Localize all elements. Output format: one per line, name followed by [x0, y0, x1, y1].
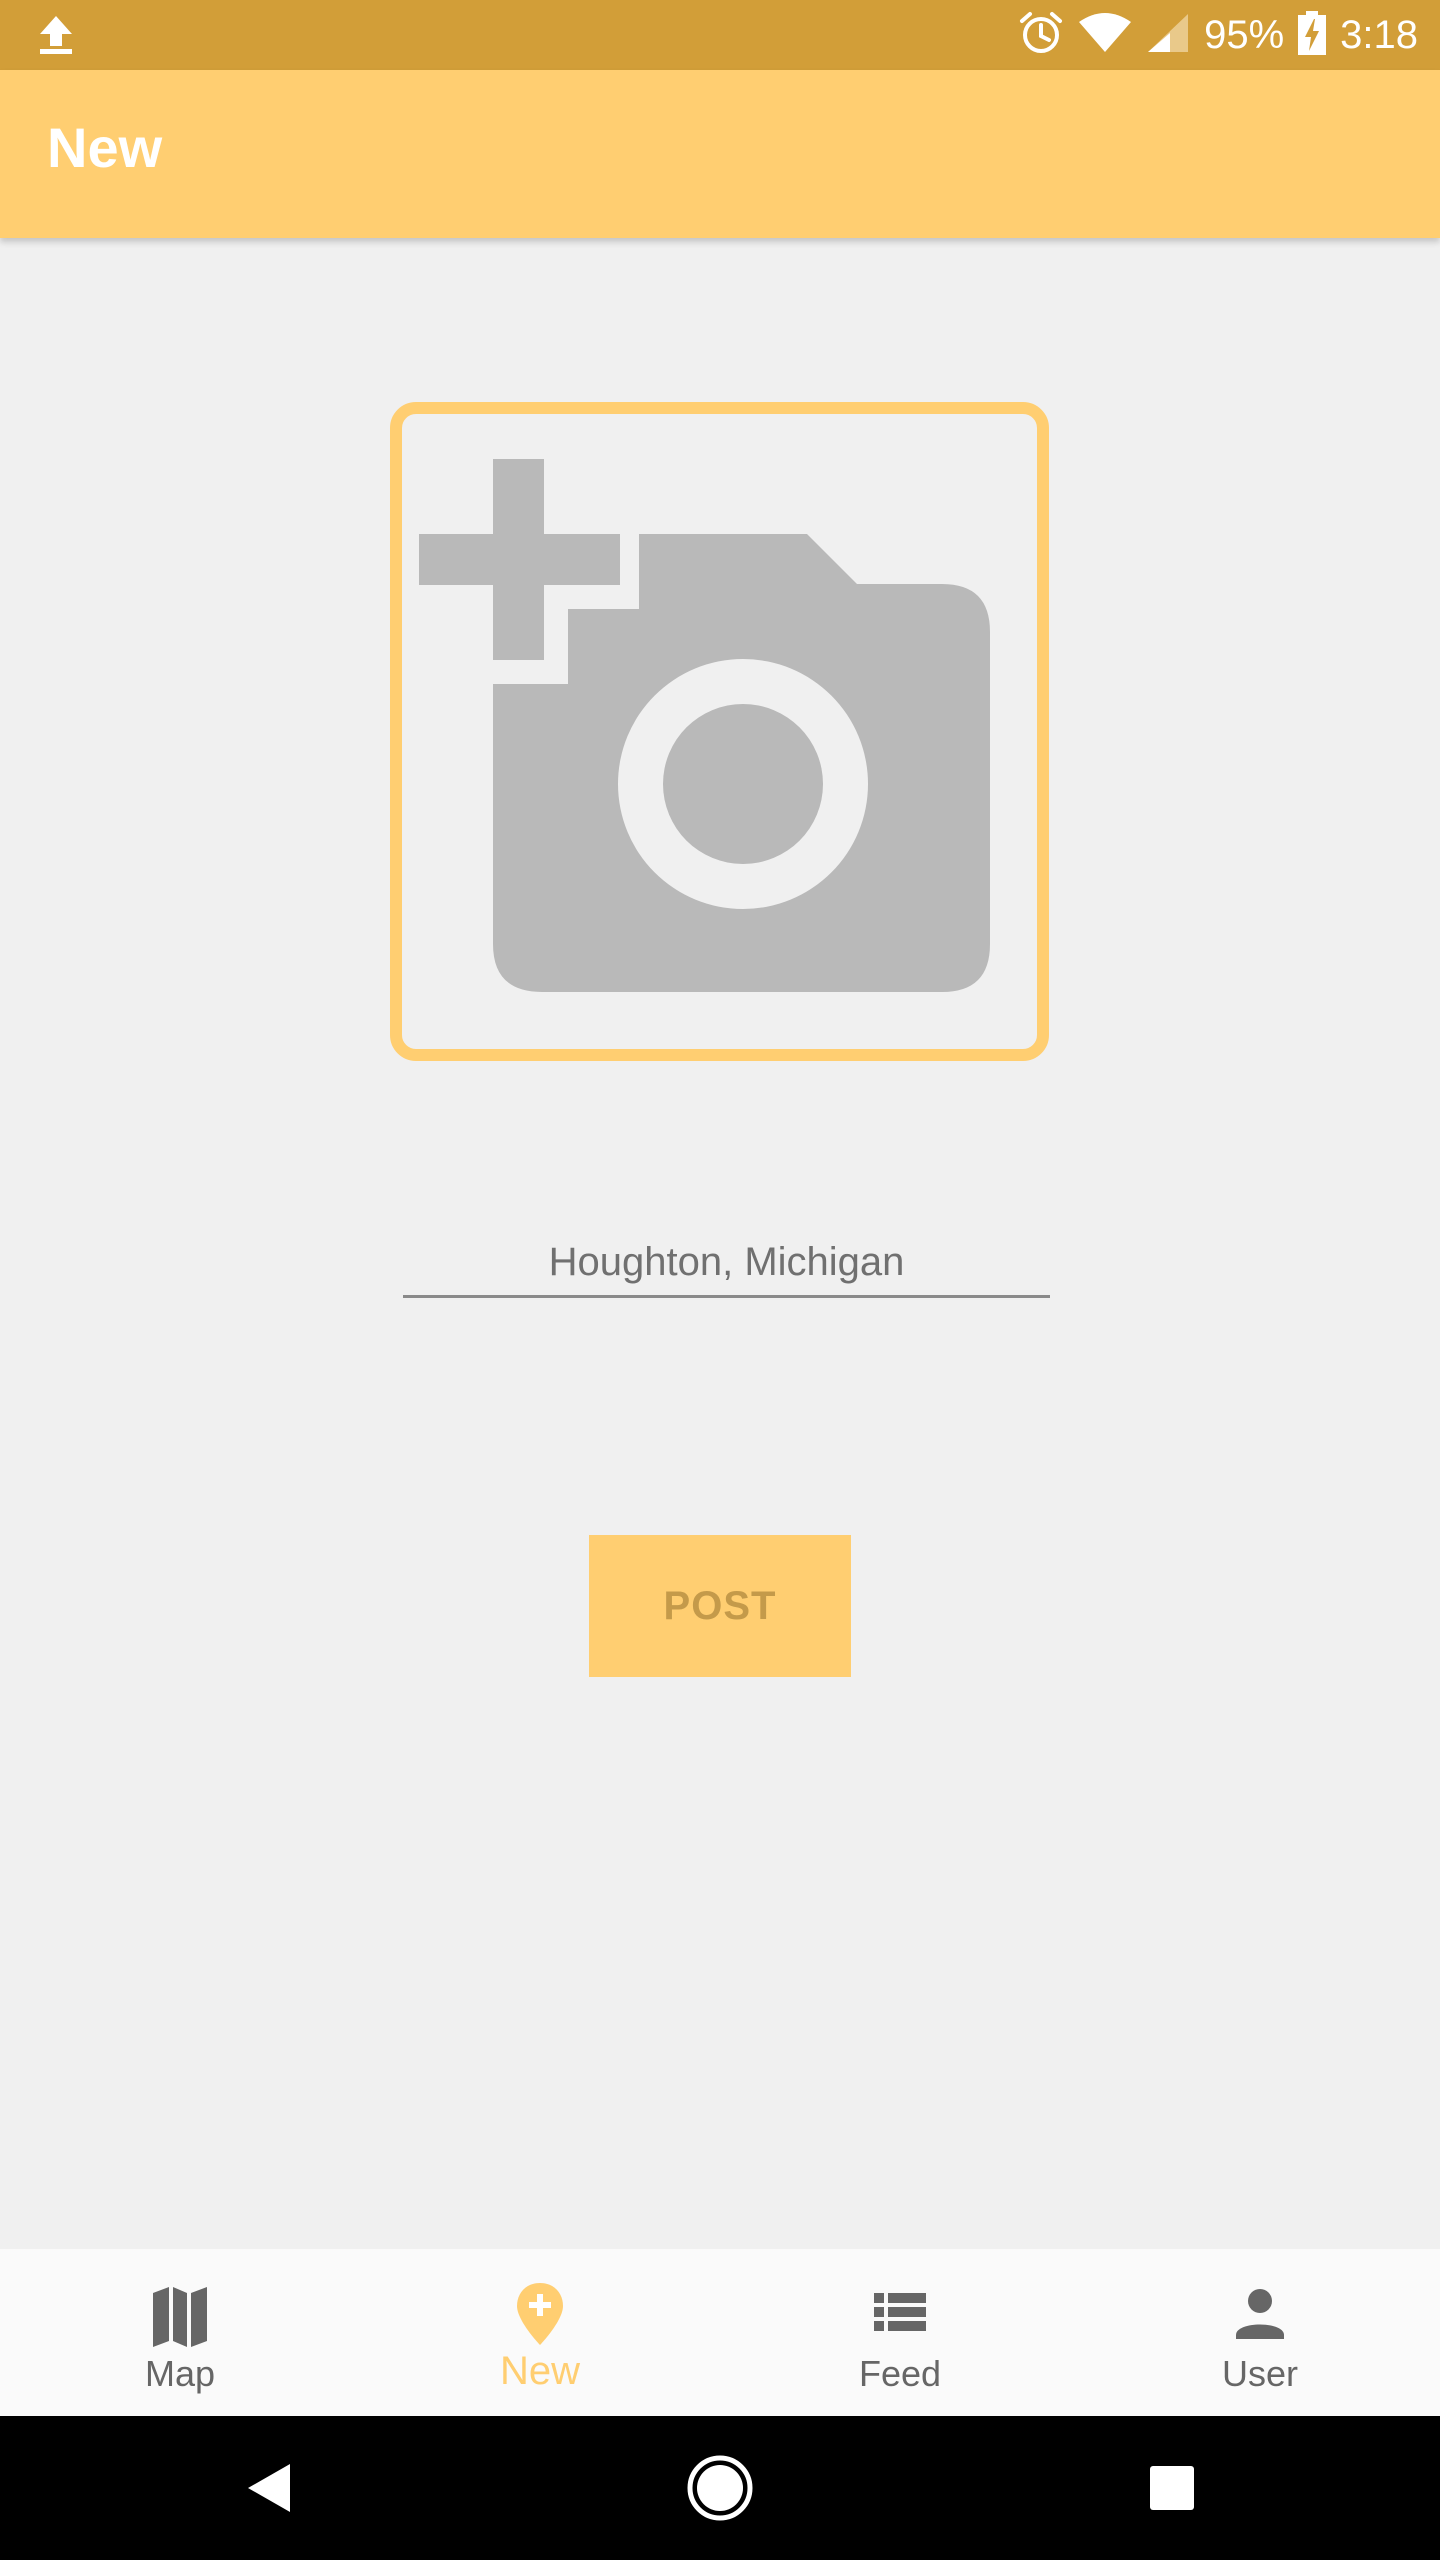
nav-label-map: Map	[144, 2353, 216, 2394]
person-icon	[1225, 2279, 1295, 2349]
list-icon	[865, 2279, 935, 2349]
clock: 3:18	[1340, 13, 1418, 57]
upload-icon	[36, 14, 76, 56]
nav-label-new: New	[499, 2349, 581, 2393]
nav-label-user: User	[1221, 2353, 1298, 2394]
nav-item-feed[interactable]: Feed	[720, 2249, 1080, 2416]
add-location-icon	[505, 2279, 575, 2349]
map-icon	[145, 2279, 215, 2349]
nav-label-feed: Feed	[858, 2353, 942, 2394]
bottom-navigation: Map New Feed User	[0, 2249, 1440, 2416]
recents-icon[interactable]	[1132, 2448, 1212, 2528]
add-photo-button[interactable]	[390, 402, 1049, 1061]
page-title: New	[47, 116, 163, 179]
status-icons: 95% 3:18	[1018, 0, 1418, 70]
nav-item-new[interactable]: New	[360, 2249, 720, 2416]
nav-item-user[interactable]: User	[1080, 2249, 1440, 2416]
system-navigation-bar	[0, 2416, 1440, 2560]
alarm-icon	[1018, 10, 1064, 61]
status-bar: 95% 3:18	[0, 0, 1440, 70]
battery-percent: 95%	[1204, 13, 1285, 57]
location-field[interactable]	[403, 1230, 1050, 1298]
battery-charging-icon	[1298, 10, 1327, 60]
app-bar: New	[0, 70, 1440, 238]
back-icon[interactable]	[230, 2448, 310, 2528]
post-button[interactable]: POST	[589, 1535, 851, 1677]
nav-item-map[interactable]: Map	[0, 2249, 360, 2416]
add-a-photo-icon	[419, 459, 990, 992]
signal-icon	[1146, 12, 1190, 59]
home-icon[interactable]	[680, 2448, 760, 2528]
wifi-icon	[1078, 12, 1132, 59]
